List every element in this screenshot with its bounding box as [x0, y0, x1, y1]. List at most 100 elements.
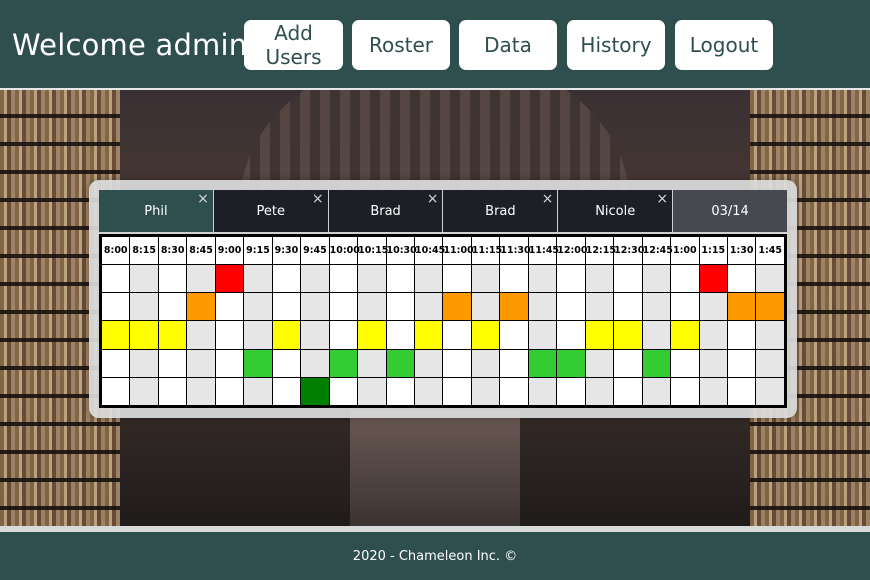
schedule-cell[interactable]	[271, 320, 302, 350]
schedule-cell[interactable]	[442, 263, 472, 294]
schedule-cell[interactable]	[129, 292, 159, 322]
user-tab[interactable]: Brad ×	[328, 190, 443, 232]
schedule-cell[interactable]	[442, 376, 472, 407]
schedule-cell[interactable]	[129, 376, 159, 407]
schedule-cell[interactable]	[157, 320, 188, 350]
schedule-cell[interactable]	[442, 320, 472, 350]
schedule-cell[interactable]	[129, 348, 159, 378]
schedule-cell[interactable]	[755, 263, 785, 294]
schedule-cell[interactable]	[243, 376, 273, 407]
schedule-cell[interactable]	[413, 320, 444, 350]
schedule-cell[interactable]	[271, 348, 302, 378]
schedule-cell[interactable]	[613, 348, 643, 378]
schedule-cell[interactable]	[385, 292, 415, 322]
schedule-cell[interactable]	[499, 376, 529, 407]
schedule-cell[interactable]	[641, 292, 672, 322]
data-button[interactable]: Data	[459, 20, 557, 70]
schedule-cell[interactable]	[328, 348, 359, 378]
schedule-cell[interactable]	[385, 376, 415, 407]
schedule-cell[interactable]	[726, 263, 757, 294]
schedule-cell[interactable]	[157, 263, 188, 294]
schedule-cell[interactable]	[328, 376, 359, 407]
schedule-cell[interactable]	[755, 376, 785, 407]
schedule-cell[interactable]	[300, 292, 330, 322]
schedule-cell[interactable]	[214, 320, 245, 350]
schedule-cell[interactable]	[499, 263, 529, 294]
schedule-cell[interactable]	[470, 348, 501, 378]
schedule-cell[interactable]	[357, 376, 387, 407]
schedule-cell[interactable]	[100, 348, 131, 378]
schedule-cell[interactable]	[157, 348, 188, 378]
schedule-cell[interactable]	[186, 376, 216, 407]
schedule-cell[interactable]	[100, 320, 131, 350]
schedule-cell[interactable]	[100, 263, 131, 294]
schedule-cell[interactable]	[357, 263, 387, 294]
schedule-cell[interactable]	[556, 292, 586, 322]
user-tab[interactable]: Brad ×	[443, 190, 558, 232]
schedule-cell[interactable]	[670, 292, 700, 322]
schedule-cell[interactable]	[413, 348, 444, 378]
schedule-cell[interactable]	[357, 320, 387, 350]
schedule-cell[interactable]	[470, 376, 501, 407]
close-icon[interactable]: ×	[312, 191, 324, 207]
schedule-cell[interactable]	[698, 263, 728, 294]
schedule-cell[interactable]	[613, 292, 643, 322]
schedule-cell[interactable]	[499, 292, 529, 322]
schedule-cell[interactable]	[556, 376, 586, 407]
schedule-cell[interactable]	[755, 292, 785, 322]
schedule-cell[interactable]	[413, 263, 444, 294]
schedule-cell[interactable]	[186, 263, 216, 294]
schedule-cell[interactable]	[641, 376, 672, 407]
schedule-cell[interactable]	[271, 292, 302, 322]
close-icon[interactable]: ×	[427, 191, 439, 207]
schedule-cell[interactable]	[413, 376, 444, 407]
schedule-cell[interactable]	[413, 292, 444, 322]
schedule-cell[interactable]	[527, 292, 558, 322]
schedule-cell[interactable]	[271, 376, 302, 407]
schedule-cell[interactable]	[100, 292, 131, 322]
schedule-cell[interactable]	[100, 376, 131, 407]
user-tab[interactable]: Phil ×	[99, 190, 213, 232]
schedule-cell[interactable]	[726, 292, 757, 322]
schedule-cell[interactable]	[584, 320, 615, 350]
schedule-cell[interactable]	[755, 348, 785, 378]
close-icon[interactable]: ×	[197, 191, 209, 207]
user-tab[interactable]: Nicole ×	[558, 190, 673, 232]
schedule-cell[interactable]	[328, 320, 359, 350]
schedule-cell[interactable]	[385, 263, 415, 294]
schedule-cell[interactable]	[755, 320, 785, 350]
schedule-cell[interactable]	[129, 263, 159, 294]
schedule-cell[interactable]	[214, 263, 245, 294]
schedule-cell[interactable]	[470, 320, 501, 350]
schedule-cell[interactable]	[726, 348, 757, 378]
user-tab[interactable]: Pete ×	[213, 190, 328, 232]
date-tab[interactable]: 03/14	[673, 190, 787, 232]
schedule-cell[interactable]	[328, 292, 359, 322]
roster-button[interactable]: Roster	[352, 20, 450, 70]
schedule-cell[interactable]	[613, 376, 643, 407]
schedule-cell[interactable]	[698, 348, 728, 378]
schedule-cell[interactable]	[726, 320, 757, 350]
add-users-button[interactable]: Add Users	[244, 20, 343, 70]
schedule-cell[interactable]	[527, 376, 558, 407]
schedule-cell[interactable]	[157, 292, 188, 322]
schedule-cell[interactable]	[300, 348, 330, 378]
schedule-cell[interactable]	[214, 348, 245, 378]
schedule-cell[interactable]	[670, 320, 700, 350]
schedule-cell[interactable]	[527, 263, 558, 294]
schedule-cell[interactable]	[670, 348, 700, 378]
schedule-cell[interactable]	[357, 292, 387, 322]
schedule-cell[interactable]	[584, 376, 615, 407]
schedule-cell[interactable]	[300, 376, 330, 407]
schedule-cell[interactable]	[271, 263, 302, 294]
schedule-cell[interactable]	[243, 320, 273, 350]
schedule-cell[interactable]	[357, 348, 387, 378]
schedule-cell[interactable]	[214, 292, 245, 322]
schedule-cell[interactable]	[698, 292, 728, 322]
schedule-cell[interactable]	[499, 348, 529, 378]
schedule-cell[interactable]	[300, 263, 330, 294]
history-button[interactable]: History	[567, 20, 665, 70]
schedule-cell[interactable]	[726, 376, 757, 407]
schedule-cell[interactable]	[385, 348, 415, 378]
schedule-cell[interactable]	[499, 320, 529, 350]
